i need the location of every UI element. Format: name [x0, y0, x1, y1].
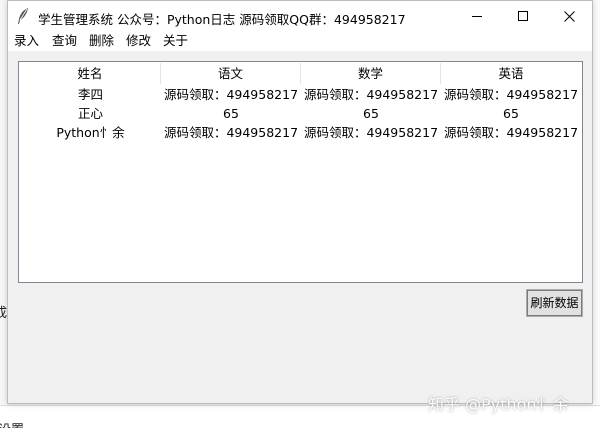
cell-math: 源码领取：494958217 [303, 125, 439, 140]
minimize-icon [472, 11, 482, 21]
table-header: 姓名 语文 数学 英语 [20, 63, 581, 84]
cell-name: Python忄余 [56, 125, 125, 140]
cell-english: 源码领取：494958217 [443, 125, 579, 140]
table-row[interactable]: Python忄余 源码领取：494958217 源码领取：494958217 源… [20, 123, 581, 142]
close-button[interactable] [546, 1, 592, 31]
menu-item-delete[interactable]: 删除 [87, 33, 116, 49]
refresh-data-button[interactable]: 刷新数据 [526, 289, 583, 317]
minimize-button[interactable] [454, 1, 500, 31]
cell-chinese: 源码领取：494958217 [163, 125, 299, 140]
cell-name: 李四 [77, 87, 103, 102]
app-window: 学生管理系统 公众号：Python日志 源码领取QQ群：494958217 录入… [7, 0, 593, 404]
background-desktop-right [592, 0, 600, 405]
background-fragment-text-bottom: 设置 [0, 419, 24, 428]
menu-bar: 录入 查询 删除 修改 关于 [8, 31, 592, 51]
menu-item-query[interactable]: 查询 [50, 33, 79, 49]
background-fragment-text: 成 [0, 306, 8, 321]
column-header-math[interactable]: 数学 [301, 63, 441, 84]
watermark: 知乎 @Python忄余 [428, 395, 569, 414]
maximize-button[interactable] [500, 1, 546, 31]
cell-name: 正心 [77, 106, 103, 121]
menu-item-about[interactable]: 关于 [161, 33, 190, 49]
table-row[interactable]: 正心 65 65 65 [20, 104, 581, 123]
column-header-name[interactable]: 姓名 [20, 63, 161, 84]
student-table[interactable]: 姓名 语文 数学 英语 李四 源码领取：494958217 源码领取：49495… [18, 61, 583, 283]
column-header-chinese[interactable]: 语文 [161, 63, 301, 84]
cell-chinese: 65 [223, 106, 239, 121]
cell-math: 65 [363, 106, 379, 121]
close-icon [563, 10, 575, 22]
window-title: 学生管理系统 公众号：Python日志 源码领取QQ群：494958217 [38, 12, 406, 27]
cell-chinese: 源码领取：494958217 [163, 87, 299, 102]
cell-english: 65 [503, 106, 519, 121]
table-row[interactable]: 李四 源码领取：494958217 源码领取：494958217 源码领取：49… [20, 85, 581, 104]
maximize-icon [518, 11, 528, 21]
cell-english: 源码领取：494958217 [443, 87, 579, 102]
menu-item-modify[interactable]: 修改 [124, 33, 153, 49]
menu-item-enter[interactable]: 录入 [12, 33, 41, 49]
feather-icon [16, 7, 30, 25]
column-header-english[interactable]: 英语 [441, 63, 581, 84]
cell-math: 源码领取：494958217 [303, 87, 439, 102]
title-bar[interactable]: 学生管理系统 公众号：Python日志 源码领取QQ群：494958217 [8, 1, 592, 31]
